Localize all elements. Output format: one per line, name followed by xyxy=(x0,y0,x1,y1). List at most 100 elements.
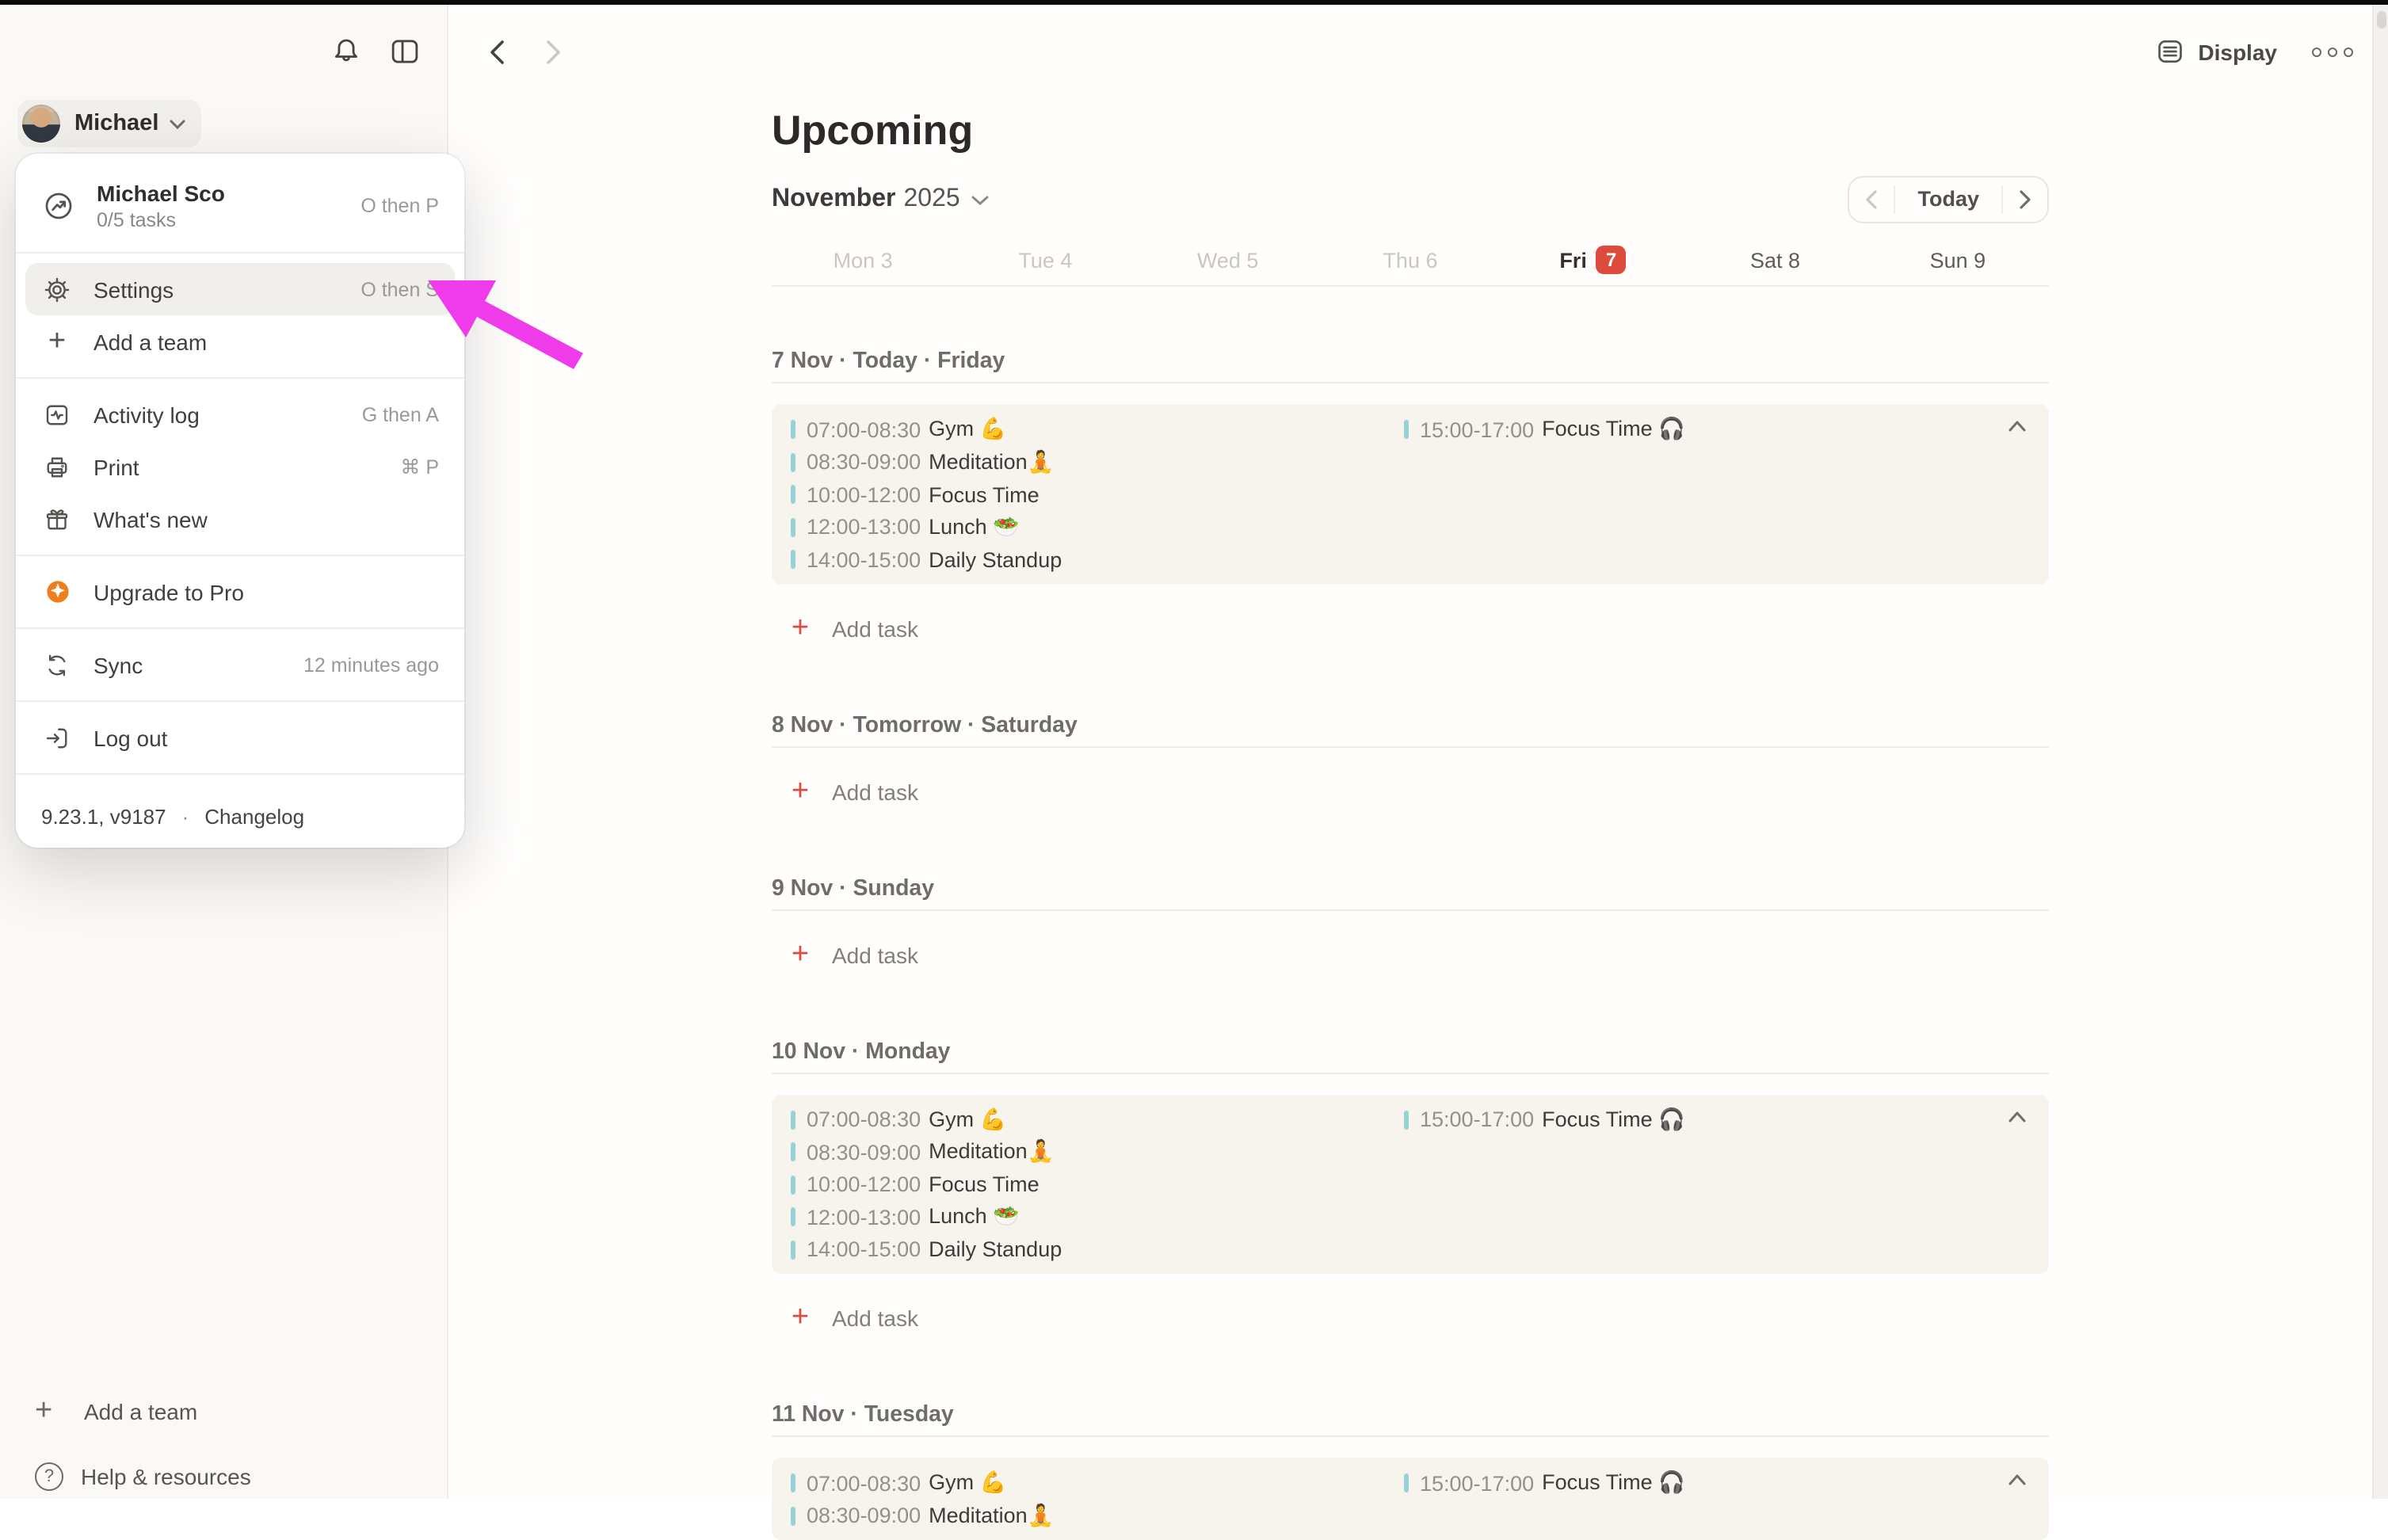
history-forward-icon[interactable] xyxy=(537,36,569,68)
task-title: Daily Standup xyxy=(929,1238,1062,1262)
task-row[interactable]: 10:00-12:00 Focus Time xyxy=(791,1168,1404,1201)
menu-item-upgrade[interactable]: Upgrade to Pro xyxy=(16,566,464,618)
menu-item-sync[interactable]: Sync 12 minutes ago xyxy=(16,638,464,691)
divider xyxy=(772,1435,2049,1437)
weekday-label: Wed 5 xyxy=(1197,248,1259,272)
add-task-plus-icon: + xyxy=(788,612,813,644)
sidebar-add-team[interactable]: + Add a team xyxy=(35,1394,197,1429)
event-color-bar xyxy=(791,518,795,537)
weekday-label: Sat 8 xyxy=(1750,248,1800,272)
weekday-wed[interactable]: Wed 5 xyxy=(1137,244,1319,276)
more-options-icon[interactable] xyxy=(2312,48,2353,57)
event-color-bar xyxy=(791,1474,795,1493)
menu-item-activity-log[interactable]: Activity log G then A xyxy=(16,388,464,440)
section-heading: 7 Nov · Today · Friday xyxy=(772,345,2049,377)
sidebar-help-resources[interactable]: ? Help & resources xyxy=(35,1459,251,1494)
menu-item-logout[interactable]: Log out xyxy=(16,711,464,764)
task-time: 07:00-08:30 xyxy=(807,418,921,442)
sidebar-add-team-label: Add a team xyxy=(84,1399,197,1424)
user-menu-trigger[interactable]: Michael xyxy=(17,100,201,147)
task-time: 10:00-12:00 xyxy=(807,1173,921,1197)
weekday-fri[interactable]: Fri7 xyxy=(1501,244,1684,276)
task-row[interactable]: 12:00-13:00Lunch 🥗 xyxy=(791,511,1404,543)
task-title: Meditation🧘 xyxy=(929,450,1054,475)
task-row[interactable]: 07:00-08:30Gym 💪 xyxy=(791,1104,1404,1136)
account-menu: Michael Sco 0/5 tasks O then P Settings … xyxy=(16,154,464,848)
menu-item-print-label: Print xyxy=(93,454,400,479)
add-task-button[interactable]: +Add task xyxy=(772,937,2049,972)
collapse-chevron-icon[interactable] xyxy=(2001,410,2033,442)
shortcut-hint: ⌘ P xyxy=(400,455,439,478)
divider xyxy=(772,1072,2049,1073)
task-title: Gym 💪 xyxy=(929,1107,1006,1133)
add-task-button[interactable]: +Add task xyxy=(772,1301,2049,1336)
add-task-plus-icon: + xyxy=(788,939,813,970)
history-back-icon[interactable] xyxy=(480,36,512,68)
task-row[interactable]: 08:30-09:00 Meditation🧘 xyxy=(791,1136,1404,1168)
task-row[interactable]: 15:00-17:00Focus Time 🎧 xyxy=(1404,1467,2030,1500)
task-row[interactable]: 07:00-08:30Gym 💪 xyxy=(791,1467,1404,1500)
task-time: 14:00-15:00 xyxy=(807,1238,921,1262)
year-label: 2025 xyxy=(904,185,960,214)
menu-item-logout-label: Log out xyxy=(93,725,439,750)
collapse-chevron-icon[interactable] xyxy=(2001,1100,2033,1132)
weekday-label: Mon 3 xyxy=(834,248,893,272)
menu-item-add-team[interactable]: + Add a team xyxy=(16,315,464,368)
collapse-chevron-icon[interactable] xyxy=(2001,1464,2033,1496)
menu-item-whats-new-label: What's new xyxy=(93,506,439,532)
next-week-button[interactable] xyxy=(2003,177,2047,222)
prev-week-button[interactable] xyxy=(1849,177,1894,222)
menu-item-whats-new[interactable]: What's new xyxy=(16,493,464,545)
task-time: 10:00-12:00 xyxy=(807,483,921,507)
task-row[interactable]: 15:00-17:00Focus Time 🎧 xyxy=(1404,414,2030,446)
event-color-bar xyxy=(1404,1111,1409,1130)
account-menu-profile[interactable]: Michael Sco 0/5 tasks O then P xyxy=(16,170,464,242)
weekday-tue[interactable]: Tue 4 xyxy=(954,244,1136,276)
task-title: Focus Time xyxy=(929,1173,1040,1197)
event-color-bar xyxy=(791,1241,795,1260)
display-options-button[interactable]: Display xyxy=(2155,36,2277,67)
task-title: Focus Time xyxy=(929,483,1040,507)
dot-separator: · xyxy=(182,804,189,828)
add-task-button[interactable]: + Add task xyxy=(772,611,2049,646)
user-name: Michael xyxy=(74,111,158,136)
menu-item-print[interactable]: Print ⌘ P xyxy=(16,440,464,493)
sync-status: 12 minutes ago xyxy=(303,654,439,676)
add-task-button[interactable]: +Add task xyxy=(772,774,2049,809)
menu-divider xyxy=(16,377,464,379)
today-button[interactable]: Today xyxy=(1894,186,2003,214)
scrollbar-thumb[interactable] xyxy=(2376,11,2386,29)
today-date-badge: 7 xyxy=(1596,246,1626,274)
task-row[interactable]: 14:00-15:00 Daily Standup xyxy=(791,1233,1404,1266)
task-row[interactable]: 12:00-13:00Lunch 🥗 xyxy=(791,1201,1404,1233)
event-color-bar xyxy=(1404,1474,1409,1493)
weekday-sat[interactable]: Sat 8 xyxy=(1684,244,1866,276)
add-task-plus-icon: + xyxy=(788,776,813,807)
weekday-sun[interactable]: Sun 9 xyxy=(1867,244,2049,276)
month-selector[interactable]: November 2025 xyxy=(772,185,989,214)
task-row[interactable]: 10:00-12:00 Focus Time xyxy=(791,478,1404,511)
task-row[interactable]: 08:30-09:00Meditation🧘 xyxy=(791,446,1404,478)
task-time: 08:30-09:00 xyxy=(807,1141,921,1165)
toggle-sidebar-icon[interactable] xyxy=(385,32,423,70)
menu-item-add-team-label: Add a team xyxy=(93,329,439,354)
task-row[interactable]: 15:00-17:00Focus Time 🎧 xyxy=(1404,1104,2030,1136)
menu-item-settings[interactable]: Settings O then S xyxy=(25,263,455,315)
task-title: Meditation🧘 xyxy=(929,1140,1054,1165)
weekday-thu[interactable]: Thu 6 xyxy=(1319,244,1501,276)
weekday-label: Thu 6 xyxy=(1383,248,1437,272)
scrollbar-track[interactable] xyxy=(2372,5,2388,1499)
task-title: Meditation🧘 xyxy=(929,1504,1054,1529)
notifications-bell-icon[interactable] xyxy=(326,32,364,70)
task-row[interactable]: 08:30-09:00Meditation🧘 xyxy=(791,1500,1404,1532)
weekday-mon[interactable]: Mon 3 xyxy=(772,244,954,276)
changelog-link[interactable]: Changelog xyxy=(204,804,304,828)
add-task-label: Add task xyxy=(832,616,918,641)
task-row[interactable]: 14:00-15:00Daily Standup xyxy=(791,543,1404,576)
task-block: 07:00-08:30Gym 💪08:30-09:00Meditation🧘10… xyxy=(772,404,2049,584)
task-title: Gym 💪 xyxy=(929,1471,1006,1496)
event-color-bar xyxy=(1404,421,1409,440)
add-task-plus-icon: + xyxy=(788,1302,813,1334)
task-row[interactable]: 07:00-08:30Gym 💪 xyxy=(791,414,1404,446)
task-title: Focus Time 🎧 xyxy=(1542,417,1685,443)
